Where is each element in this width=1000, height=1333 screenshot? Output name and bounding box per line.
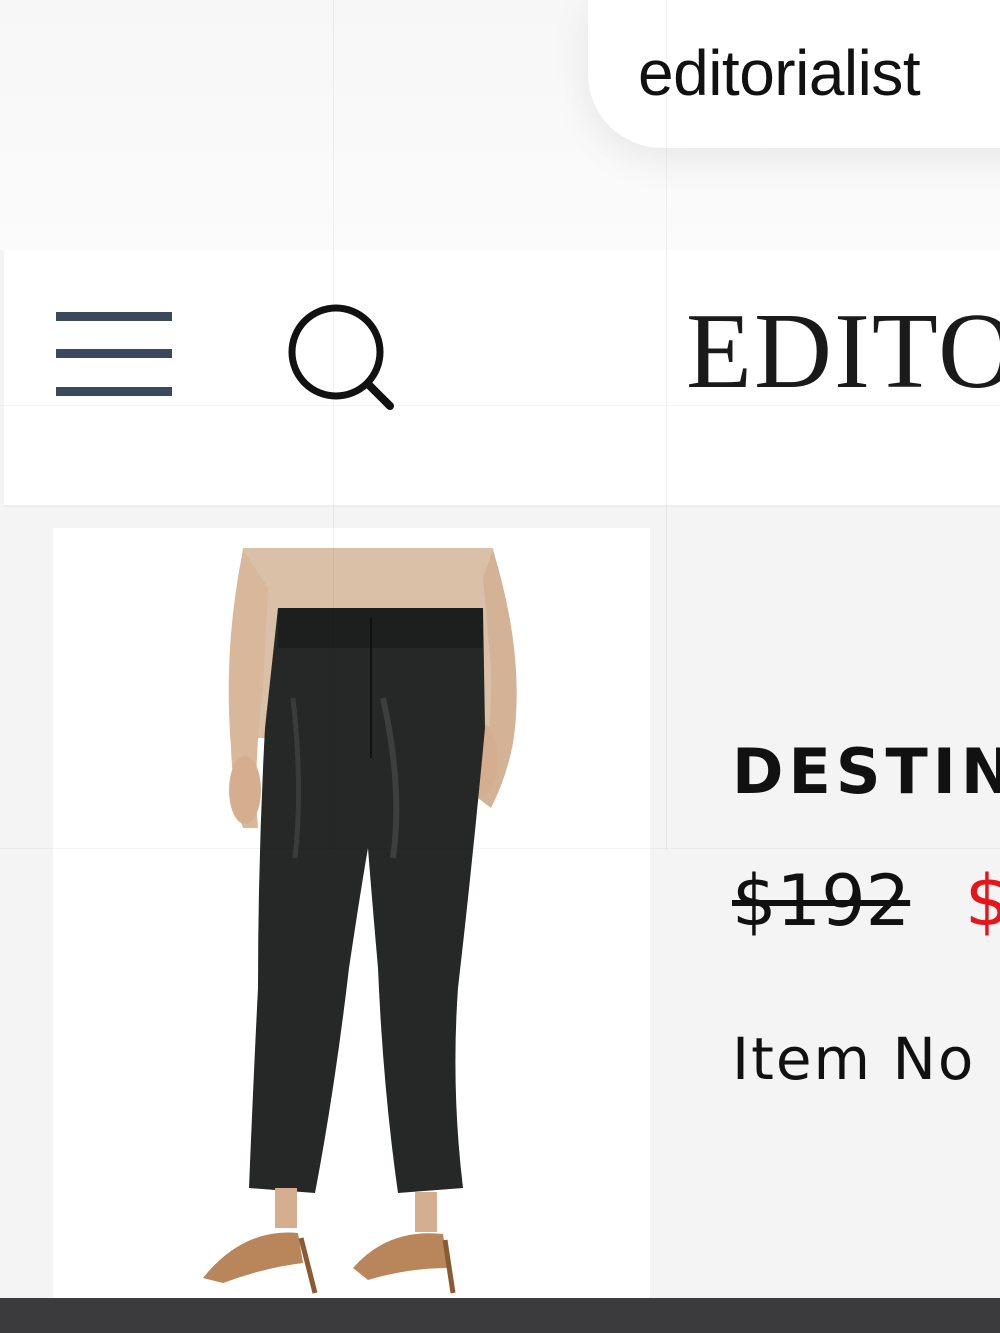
item-number-label: Item No bbox=[732, 1025, 976, 1093]
product-photo bbox=[53, 528, 650, 1298]
product-title[interactable]: DESTIN bbox=[732, 735, 1000, 808]
page: editorialist EDITO DESTIN $192 $ Item No bbox=[0, 0, 1000, 1333]
grid-line bbox=[666, 0, 667, 850]
bottom-bar bbox=[0, 1298, 1000, 1333]
sale-price: $ bbox=[965, 860, 1000, 942]
browser-chrome: editorialist bbox=[0, 0, 1000, 250]
product-image[interactable] bbox=[53, 528, 650, 1298]
original-price: $192 bbox=[732, 860, 911, 942]
grid-line bbox=[0, 405, 1000, 406]
address-bar[interactable]: editorialist bbox=[588, 0, 1000, 148]
grid-line bbox=[333, 0, 334, 850]
site-logo[interactable]: EDITO bbox=[686, 290, 1000, 414]
site-header: EDITO bbox=[4, 250, 1000, 507]
search-icon-glyph bbox=[288, 304, 394, 410]
search-icon[interactable] bbox=[282, 298, 402, 418]
address-bar-text[interactable]: editorialist bbox=[638, 36, 921, 110]
hamburger-menu-icon[interactable] bbox=[54, 310, 174, 400]
grid-line bbox=[0, 848, 1000, 849]
